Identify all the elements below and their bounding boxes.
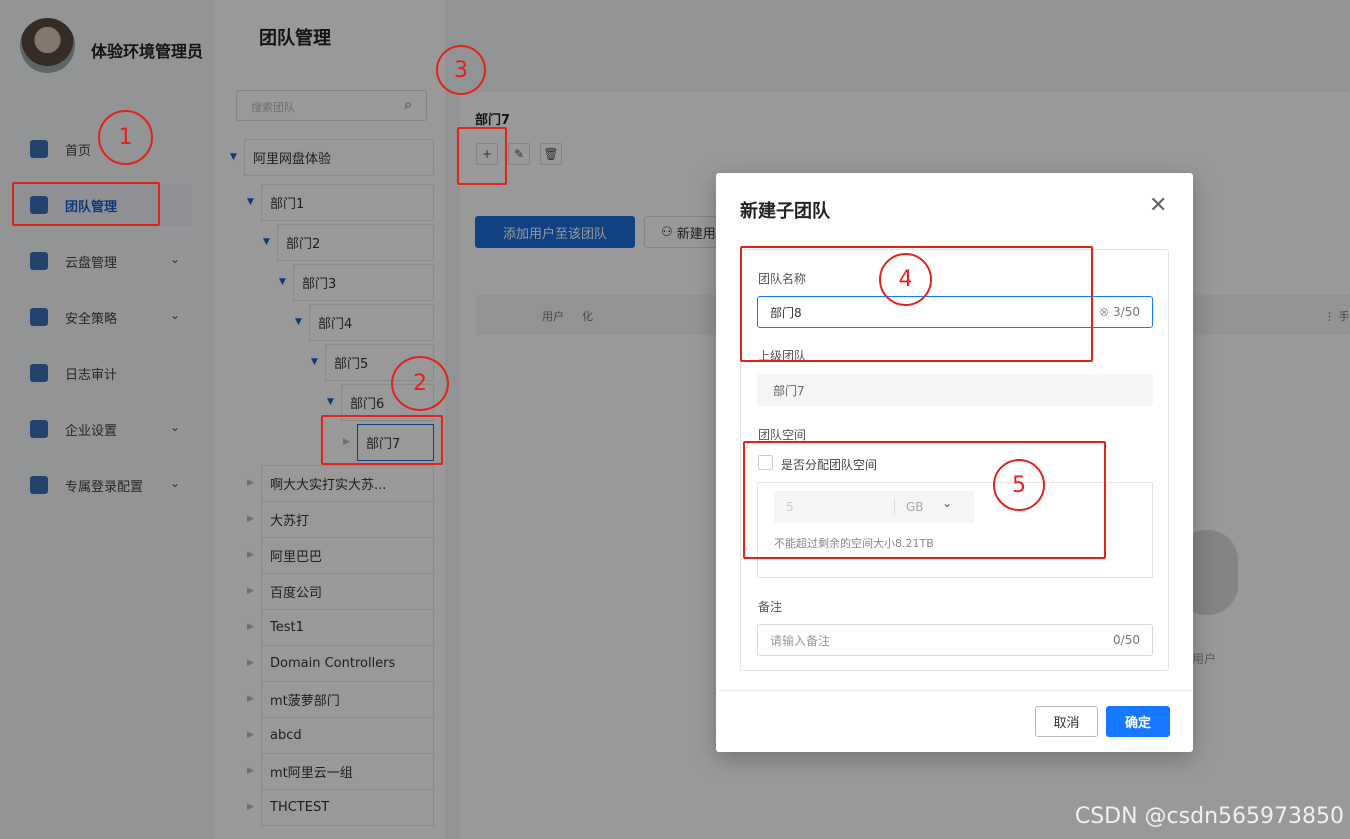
cancel-button[interactable]: 取消	[1035, 706, 1098, 737]
note-count: 0/50	[1113, 633, 1140, 647]
annotation-circle-3: 3	[436, 45, 486, 95]
parent-team-field: 部门7	[757, 374, 1153, 406]
annotation-box-2	[321, 415, 443, 465]
dialog-title: 新建子团队	[740, 201, 830, 222]
annotation-box-3	[457, 127, 507, 185]
annotation-box-1	[12, 182, 160, 226]
note-label: 备注	[758, 600, 783, 614]
note-placeholder: 请输入备注	[770, 633, 831, 648]
annotation-circle-4: 4	[879, 253, 932, 306]
dialog-footer-divider	[716, 690, 1193, 691]
team-name-count: 3/50	[1113, 305, 1140, 319]
annotation-circle-5: 5	[993, 459, 1045, 511]
close-icon[interactable]: ✕	[1149, 193, 1167, 218]
annotation-circle-2: 2	[391, 356, 449, 411]
parent-team-value: 部门7	[773, 383, 805, 398]
clear-icon[interactable]: ⊗	[1099, 305, 1113, 319]
annotation-box-5	[743, 441, 1106, 559]
confirm-button[interactable]: 确定	[1106, 706, 1170, 737]
watermark: CSDN @csdn565973850	[1074, 804, 1344, 829]
annotation-circle-1: 1	[98, 110, 153, 165]
note-input[interactable]: 请输入备注 0/50	[757, 624, 1153, 656]
